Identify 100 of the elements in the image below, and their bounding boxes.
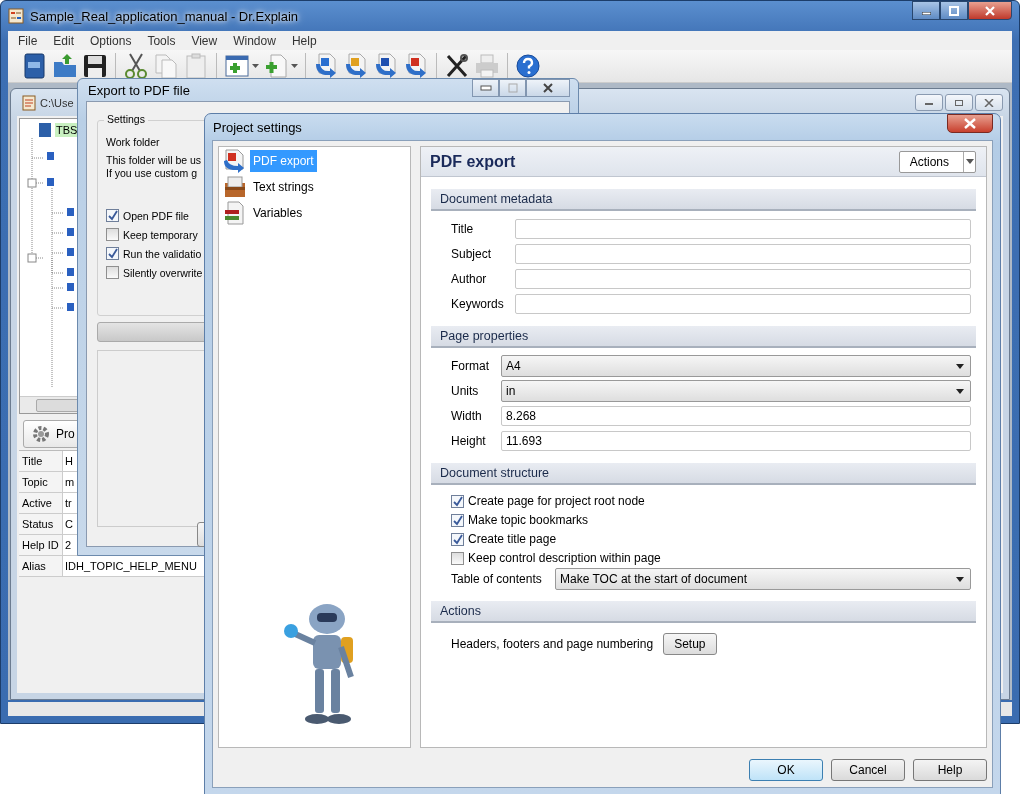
checkbox-label: Create page for project root node xyxy=(468,494,645,508)
nav-item[interactable]: Variables xyxy=(250,202,306,224)
property-name: Topic xyxy=(19,472,63,492)
export-icon[interactable] xyxy=(313,52,339,80)
dialog-title: Export to PDF file xyxy=(88,82,190,98)
help-icon[interactable] xyxy=(515,52,541,80)
save-icon[interactable] xyxy=(82,52,108,80)
checkbox[interactable] xyxy=(106,209,119,222)
book-icon xyxy=(38,122,52,138)
export-icon[interactable] xyxy=(403,52,429,80)
text-field[interactable] xyxy=(515,219,971,239)
checkbox-label: Create title page xyxy=(468,532,557,546)
section-header: Document metadata xyxy=(431,189,976,211)
document-path: C:\Use xyxy=(40,96,74,109)
field-label: Work folder xyxy=(106,136,161,148)
book-icon[interactable] xyxy=(22,52,48,80)
caret-icon[interactable] xyxy=(291,64,298,68)
dropdown[interactable]: in xyxy=(501,380,971,402)
section-header: Actions xyxy=(431,601,976,623)
checkbox[interactable] xyxy=(451,551,464,565)
field-label: Keywords xyxy=(451,297,505,311)
export-icon[interactable] xyxy=(373,52,399,80)
document-icon xyxy=(21,94,37,111)
caret-icon xyxy=(956,388,964,394)
note-text: This folder will be us xyxy=(106,154,202,167)
minimize-button[interactable] xyxy=(912,1,940,20)
cancel-button[interactable]: Cancel xyxy=(831,759,905,781)
tree-item[interactable]: TBS xyxy=(55,123,79,137)
help-button[interactable]: Help xyxy=(913,759,987,781)
window-title: Sample_Real_application_manual - Dr.Explain xyxy=(30,8,299,24)
dialog-title: Project settings xyxy=(213,119,302,135)
dropdown[interactable]: A4 xyxy=(501,355,971,377)
copy-icon[interactable] xyxy=(153,52,179,80)
checkbox[interactable] xyxy=(451,513,464,527)
tools-icon[interactable] xyxy=(444,52,470,80)
text-field[interactable] xyxy=(515,269,971,289)
field-label: Height xyxy=(451,434,487,448)
nav-item[interactable]: Text strings xyxy=(250,176,317,198)
app-icon xyxy=(8,8,24,24)
setup-button[interactable]: Setup xyxy=(663,633,717,655)
clipboard-icon[interactable] xyxy=(183,52,209,80)
field-label: Headers, footers and page numbering xyxy=(451,637,654,651)
actions-button[interactable]: Actions xyxy=(898,150,976,173)
checkbox[interactable] xyxy=(106,228,119,241)
checkbox-label: Run the validatio xyxy=(123,247,202,260)
field-label: Units xyxy=(451,384,480,398)
text-field[interactable] xyxy=(515,294,971,314)
caret-icon xyxy=(956,576,964,582)
checkbox[interactable] xyxy=(451,532,464,546)
field-label: Title xyxy=(451,222,475,236)
caret-icon[interactable] xyxy=(252,64,259,68)
maximize-icon xyxy=(949,5,959,16)
scissors-icon[interactable] xyxy=(123,52,149,80)
checkbox[interactable] xyxy=(106,247,119,260)
box-icon xyxy=(223,175,247,199)
close-icon xyxy=(984,98,994,107)
ok-button[interactable]: OK xyxy=(749,759,823,781)
menu-item[interactable]: View xyxy=(183,33,226,48)
minimize-icon xyxy=(479,85,492,91)
text-field[interactable]: 11.693 xyxy=(501,431,971,451)
section-header: Document structure xyxy=(431,463,976,485)
property-name: Title xyxy=(19,451,63,471)
text-field[interactable]: 8.268 xyxy=(501,406,971,426)
close-button[interactable] xyxy=(947,114,993,133)
field-label: Format xyxy=(451,359,490,373)
text-field[interactable] xyxy=(515,244,971,264)
maximize-icon xyxy=(506,83,519,93)
close-button[interactable] xyxy=(526,79,570,97)
menu-item[interactable]: Edit xyxy=(45,33,83,48)
checkbox-label: Make topic bookmarks xyxy=(468,513,589,527)
maximize-button[interactable] xyxy=(940,1,968,20)
menu-item[interactable]: Tools xyxy=(139,33,184,48)
field-label: Subject xyxy=(451,247,493,261)
close-button[interactable] xyxy=(968,1,1012,20)
checkbox[interactable] xyxy=(106,266,119,279)
export-icon[interactable] xyxy=(343,52,369,80)
window-plus-icon[interactable] xyxy=(224,52,250,80)
menu-item[interactable]: Window xyxy=(225,33,284,48)
property-name: Help ID xyxy=(19,535,63,555)
checkbox[interactable] xyxy=(451,494,464,508)
panel-heading: PDF export xyxy=(430,152,516,171)
restore-button[interactable] xyxy=(945,94,973,111)
menu-item[interactable]: File xyxy=(10,33,46,48)
field-label: Width xyxy=(451,409,483,423)
checkbox-label: Keep temporary xyxy=(123,228,198,241)
close-icon xyxy=(984,5,996,16)
minimize-button[interactable] xyxy=(915,94,943,111)
field-label: Author xyxy=(451,272,488,286)
checkbox-label: Silently overwrite xyxy=(123,266,203,279)
page-plus-icon[interactable] xyxy=(263,52,289,80)
property-name: Alias xyxy=(19,556,63,576)
menu-item[interactable]: Options xyxy=(82,33,140,48)
pdf-export-icon xyxy=(223,149,247,173)
field-label: Table of contents xyxy=(451,572,543,586)
checkbox-label: Open PDF file xyxy=(123,209,189,222)
close-button[interactable] xyxy=(975,94,1003,111)
folder-icon[interactable] xyxy=(52,52,78,80)
dropdown[interactable]: Make TOC at the start of document xyxy=(555,568,971,590)
checkbox-label: Keep control description within page xyxy=(468,551,661,565)
menu-item[interactable]: Help xyxy=(283,33,325,48)
